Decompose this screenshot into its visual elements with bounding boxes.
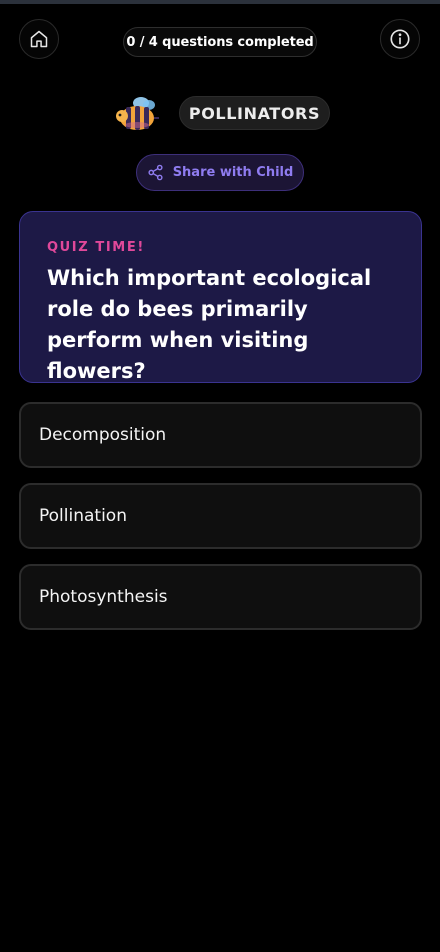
answer-option-photosynthesis[interactable]: Photosynthesis [19, 564, 422, 630]
info-icon [390, 29, 410, 49]
bee-icon [116, 97, 159, 130]
info-button[interactable] [380, 19, 420, 59]
home-button[interactable] [19, 19, 59, 59]
answer-option-label: Decomposition [39, 425, 167, 445]
topic-badge: POLLINATORS [179, 96, 330, 130]
share-with-child-button[interactable]: Share with Child [136, 154, 304, 191]
answer-option-pollination[interactable]: Pollination [19, 483, 422, 549]
home-icon [30, 30, 48, 48]
quiz-question-card: QUIZ TIME! Which important ecological ro… [19, 211, 422, 383]
share-icon [148, 164, 163, 181]
answer-option-decomposition[interactable]: Decomposition [19, 402, 422, 468]
answer-option-label: Pollination [39, 506, 127, 526]
top-status-strip [0, 0, 440, 4]
quiz-label: QUIZ TIME! [47, 240, 145, 255]
share-label: Share with Child [172, 165, 294, 180]
quiz-question: Which important ecological role do bees … [47, 266, 372, 383]
answer-option-label: Photosynthesis [39, 587, 168, 607]
progress-text: 0 / 4 questions completed [126, 34, 314, 50]
topic-label: POLLINATORS [188, 103, 321, 123]
progress-indicator: 0 / 4 questions completed [123, 27, 317, 57]
